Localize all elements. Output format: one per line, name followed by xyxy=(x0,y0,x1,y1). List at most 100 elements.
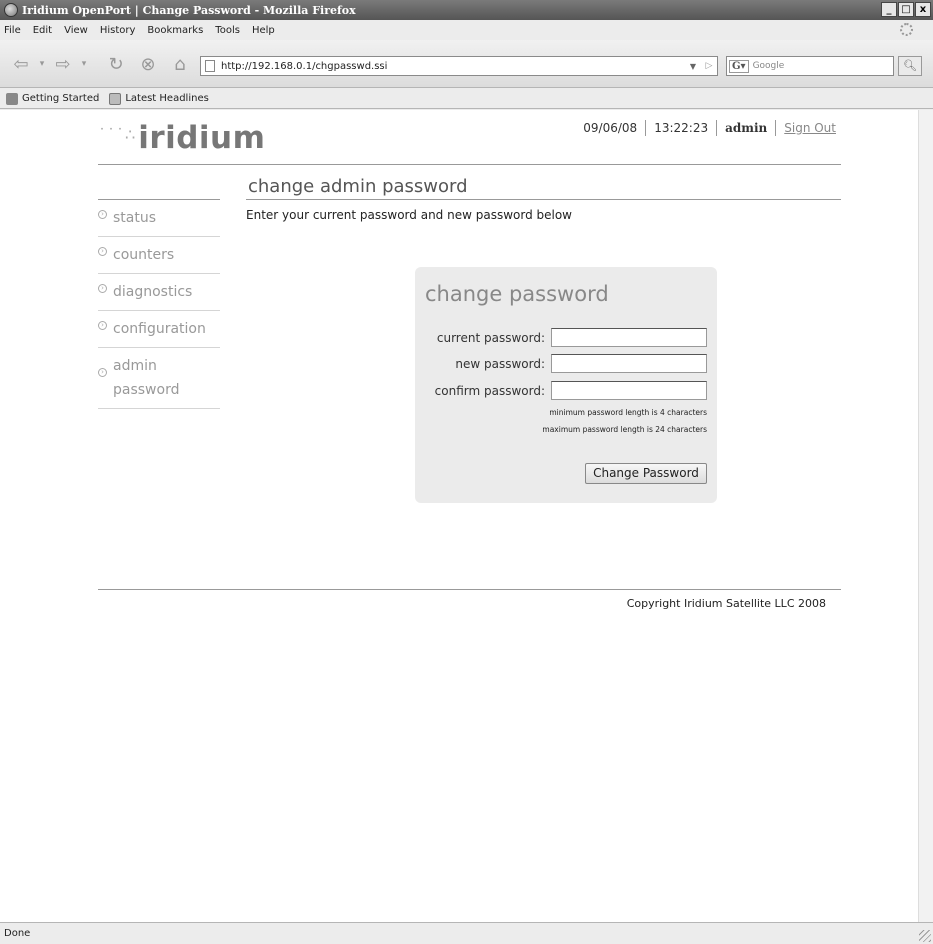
vertical-scrollbar[interactable] xyxy=(918,110,933,922)
back-arrow-icon: ⇦ xyxy=(13,53,29,75)
stop-icon: ⊗ xyxy=(140,53,156,75)
minimize-button[interactable]: _ xyxy=(881,2,897,17)
sign-out-link[interactable]: Sign Out xyxy=(784,121,836,135)
date-display: 09/06/08 xyxy=(583,121,638,135)
home-button[interactable]: ⌂ xyxy=(168,52,192,76)
sidebar-item-label: counters xyxy=(113,247,175,263)
menu-edit[interactable]: Edit xyxy=(33,25,52,36)
arrow-circle-icon: › xyxy=(98,284,107,293)
sidebar-item-counters[interactable]: › counters xyxy=(98,237,220,274)
sidebar-item-label: status xyxy=(113,210,157,226)
arrow-circle-icon: › xyxy=(98,247,107,256)
sidebar-item-label: admin password xyxy=(113,354,179,402)
forward-arrow-icon: ⇨ xyxy=(55,53,71,75)
logo-dots-icon: ˙˙˙∴ xyxy=(98,124,137,144)
rss-feed-icon xyxy=(109,92,122,105)
session-info: 09/06/08 13:22:23 admin Sign Out xyxy=(583,120,836,136)
menu-history[interactable]: History xyxy=(100,25,136,36)
arrow-circle-icon: › xyxy=(98,210,107,219)
window-title: Iridium OpenPort | Change Password - Moz… xyxy=(22,3,356,17)
menu-view[interactable]: View xyxy=(64,25,88,36)
forward-history-dropdown[interactable]: ▾ xyxy=(78,52,90,76)
change-password-panel: change password current password: new pa… xyxy=(415,267,717,503)
status-text: Done xyxy=(4,928,31,939)
title-underline xyxy=(246,199,841,200)
max-length-note: maximum password length is 24 characters xyxy=(542,425,707,434)
search-bar[interactable]: G▾ Google xyxy=(726,56,894,76)
header-divider xyxy=(98,164,841,165)
iridium-logo: ˙˙˙∴ iridium xyxy=(98,118,265,158)
menu-help[interactable]: Help xyxy=(252,25,275,36)
divider xyxy=(645,120,647,136)
title-bar: Iridium OpenPort | Change Password - Moz… xyxy=(0,0,933,20)
menu-bar: File Edit View History Bookmarks Tools H… xyxy=(0,20,933,40)
new-password-label: new password: xyxy=(455,356,545,371)
change-password-button[interactable]: Change Password xyxy=(585,463,707,484)
sidebar-item-status[interactable]: › status xyxy=(98,200,220,237)
menu-tools[interactable]: Tools xyxy=(215,25,240,36)
username: admin xyxy=(725,121,768,135)
bookmark-label: Latest Headlines xyxy=(125,93,209,104)
logo-wordmark: iridium xyxy=(138,120,266,156)
bookmark-getting-started[interactable]: Getting Started xyxy=(6,92,99,105)
arrow-circle-icon: › xyxy=(98,368,107,377)
divider xyxy=(775,120,777,136)
status-bar: Done xyxy=(0,922,933,944)
confirm-password-input[interactable] xyxy=(551,381,707,400)
window-controls: _ □ x xyxy=(881,2,931,17)
sidebar-item-label: configuration xyxy=(113,321,206,337)
divider xyxy=(716,120,718,136)
search-placeholder[interactable]: Google xyxy=(753,61,785,71)
arrow-circle-icon: › xyxy=(98,321,107,330)
intro-text: Enter your current password and new pass… xyxy=(246,208,572,222)
chevron-down-icon: ▾ xyxy=(81,59,87,69)
confirm-password-row: confirm password: xyxy=(435,381,707,400)
bookmark-latest-headlines[interactable]: Latest Headlines xyxy=(109,92,209,105)
throbber-icon xyxy=(900,23,913,36)
confirm-password-label: confirm password: xyxy=(434,383,545,398)
go-icon[interactable]: ▷ xyxy=(701,61,717,71)
time-display: 13:22:23 xyxy=(654,121,709,135)
home-icon: ⌂ xyxy=(174,53,186,75)
menu-file[interactable]: File xyxy=(4,25,21,36)
resize-grip-icon[interactable] xyxy=(919,930,931,942)
chevron-down-icon: ▾ xyxy=(39,59,45,69)
current-password-row: current password: xyxy=(437,328,707,347)
sidebar-item-configuration[interactable]: › configuration xyxy=(98,311,220,348)
stop-button[interactable]: ⊗ xyxy=(136,52,160,76)
maximize-button[interactable]: □ xyxy=(898,2,914,17)
page-icon xyxy=(205,60,215,72)
bookmarks-toolbar: Getting Started Latest Headlines xyxy=(0,89,933,109)
panel-title: change password xyxy=(425,282,609,306)
back-history-dropdown[interactable]: ▾ xyxy=(36,52,48,76)
page-content: ˙˙˙∴ iridium 09/06/08 13:22:23 admin Sig… xyxy=(0,110,918,922)
menu-bookmarks[interactable]: Bookmarks xyxy=(147,25,203,36)
address-bar[interactable]: http://192.168.0.1/chgpasswd.ssi ▼ ▷ xyxy=(200,56,718,76)
forward-button[interactable]: ⇨ xyxy=(50,52,76,76)
browser-window: Iridium OpenPort | Change Password - Moz… xyxy=(0,0,933,944)
sidebar-item-diagnostics[interactable]: › diagnostics xyxy=(98,274,220,311)
current-password-input[interactable] xyxy=(551,328,707,347)
navigation-toolbar: ⇦ ▾ ⇨ ▾ ↻ ⊗ ⌂ http://192.168.0.1/chgpass… xyxy=(0,40,933,88)
sidebar-item-label: diagnostics xyxy=(113,284,193,300)
min-length-note: minimum password length is 4 characters xyxy=(549,408,707,417)
sidebar-item-label-line2: password xyxy=(113,382,180,398)
search-engine-icon[interactable]: G▾ xyxy=(729,59,749,73)
magnifier-icon: 🔍︎ xyxy=(903,59,917,72)
firefox-icon xyxy=(4,3,18,17)
new-password-row: new password: xyxy=(455,354,707,373)
copyright-text: Copyright Iridium Satellite LLC 2008 xyxy=(626,597,826,610)
current-password-label: current password: xyxy=(436,330,545,345)
sidebar-item-admin-password[interactable]: › admin password xyxy=(98,348,220,409)
close-button[interactable]: x xyxy=(915,2,931,17)
url-dropdown-icon[interactable]: ▼ xyxy=(685,62,701,71)
url-text[interactable]: http://192.168.0.1/chgpasswd.ssi xyxy=(221,61,685,72)
footer-divider xyxy=(98,589,841,590)
reload-button[interactable]: ↻ xyxy=(104,52,128,76)
new-password-input[interactable] xyxy=(551,354,707,373)
search-button[interactable]: 🔍︎ xyxy=(898,56,922,76)
back-button[interactable]: ⇦ xyxy=(8,52,34,76)
page-title: change admin password xyxy=(248,176,468,197)
firefox-bookmark-icon xyxy=(6,92,18,105)
sidebar-item-label-line1: admin xyxy=(113,358,157,374)
